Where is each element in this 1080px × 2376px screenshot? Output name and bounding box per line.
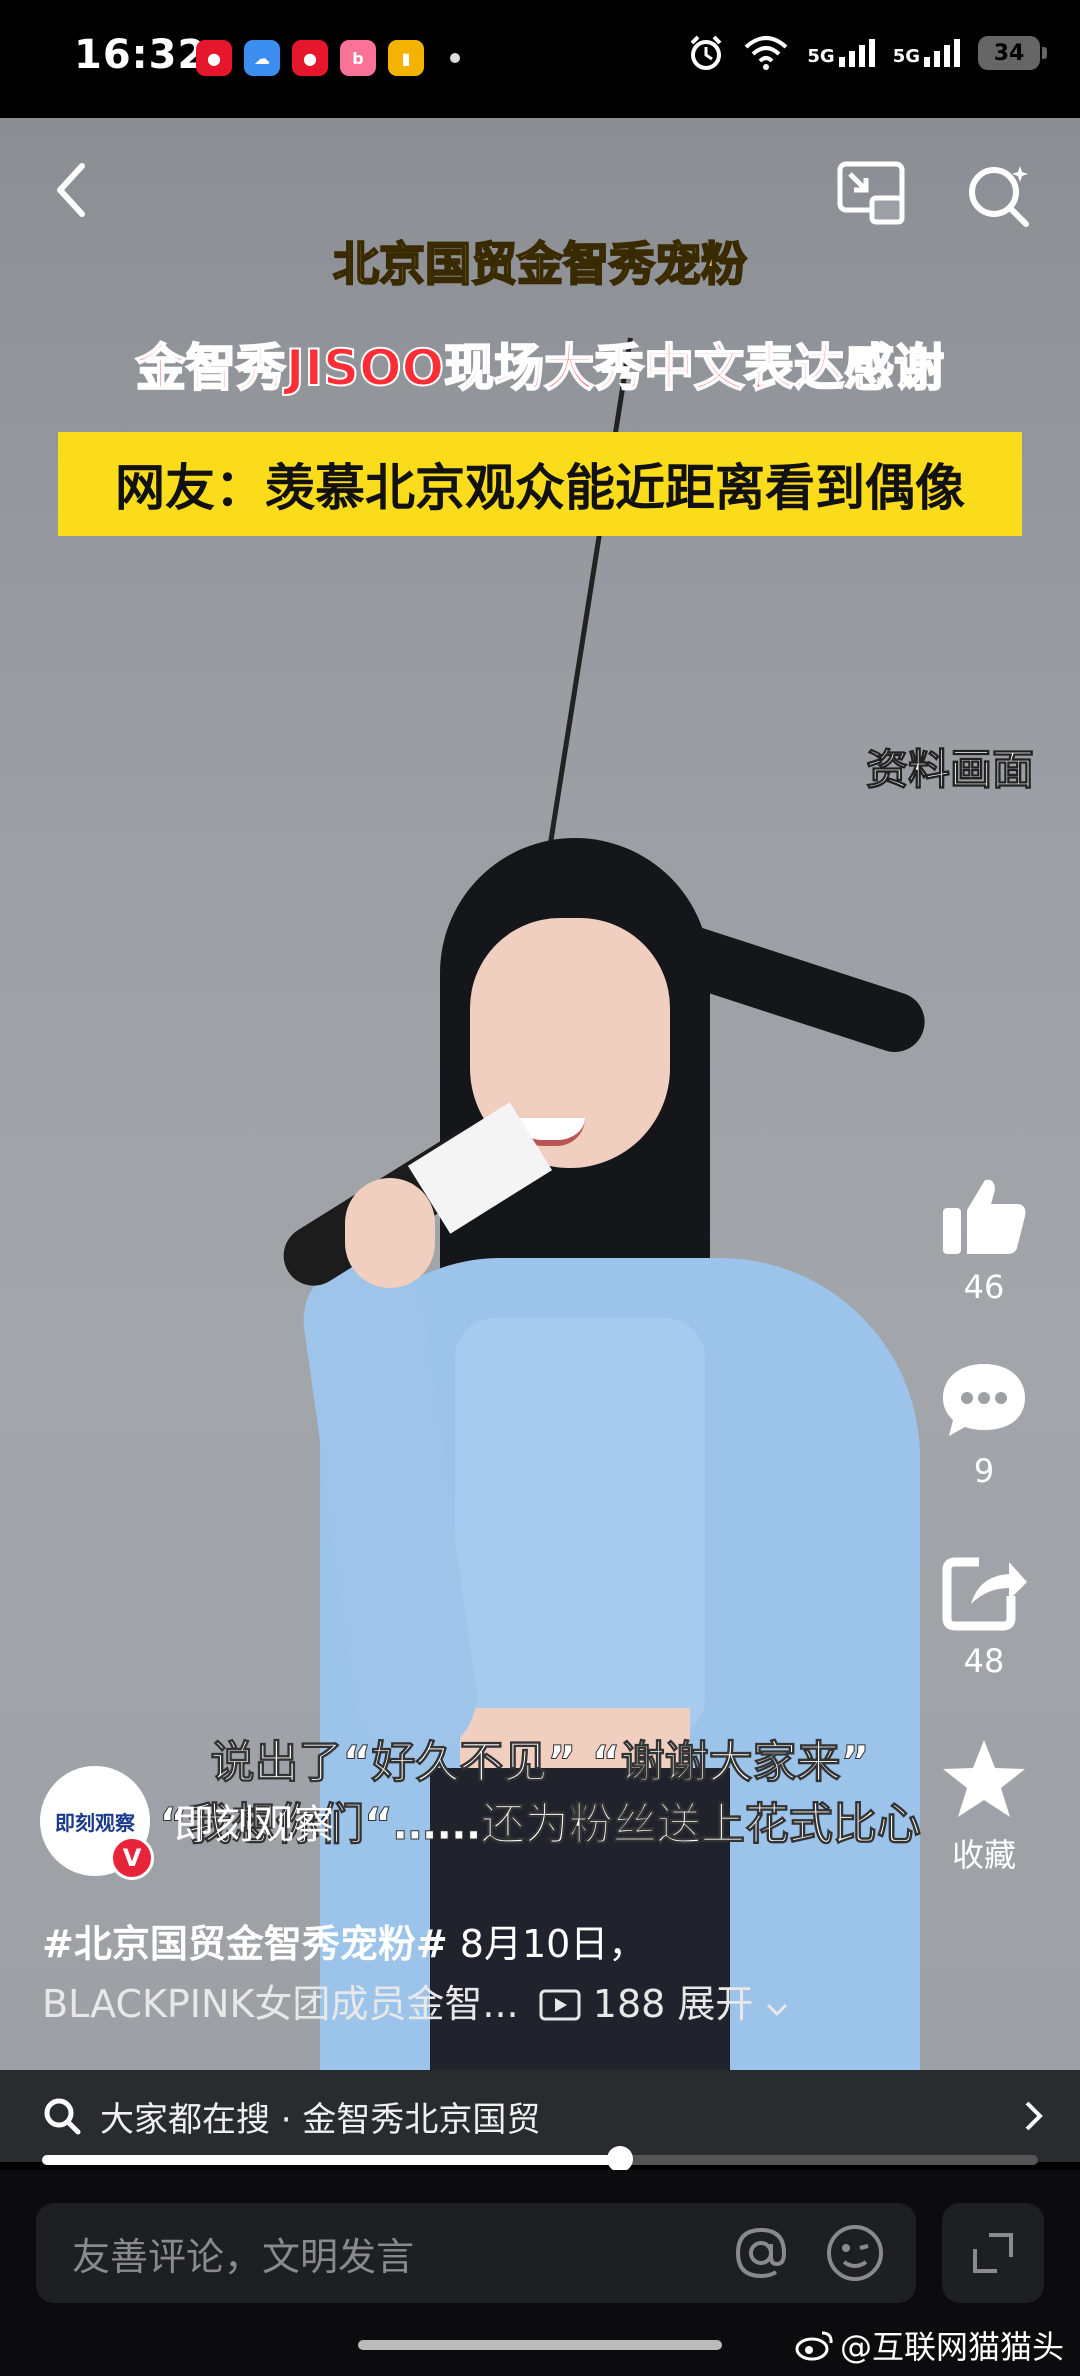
home-indicator[interactable]	[358, 2340, 722, 2350]
comment-bubble-icon	[943, 1364, 1025, 1436]
comment-button[interactable]: 9	[914, 1358, 1054, 1490]
reader-app-icon: ▮	[388, 40, 424, 76]
author-name[interactable]: 即刻观察	[174, 1792, 334, 1850]
favorite-button[interactable]: 收藏	[914, 1736, 1054, 1876]
avatar-text: 即刻观察	[55, 1810, 135, 1835]
description-line-2: BLACKPINK女团成员金智... 188 展开	[42, 1974, 942, 2034]
like-count: 46	[963, 1268, 1005, 1306]
weibo-app-icon: ●	[196, 40, 232, 76]
search-icon[interactable]	[964, 160, 1034, 230]
play-count-icon	[539, 1989, 581, 2021]
hashtag-link[interactable]: #北京国贸金智秀宠粉#	[42, 1922, 448, 1966]
share-icon	[942, 1557, 1027, 1631]
thumbs-up-icon	[943, 1179, 1026, 1254]
emoji-icon[interactable]	[824, 2222, 886, 2284]
weibo-logo-icon	[795, 2331, 833, 2361]
weather-app-icon: ☁	[244, 40, 280, 76]
signal-2-icon: 5G	[893, 39, 960, 67]
comment-placeholder: 友善评论，文明发言	[72, 2234, 415, 2279]
caption-title: 北京国贸金智秀宠粉	[332, 236, 748, 292]
watermark: @互联网猫猫头	[794, 2322, 1064, 2368]
bilibili-app-icon: b	[340, 40, 376, 76]
progress-fill	[42, 2155, 620, 2165]
favorite-label: 收藏	[951, 1836, 1016, 1874]
expand-icon	[973, 2233, 1013, 2273]
star-icon	[943, 1740, 1025, 1817]
back-arrow-icon[interactable]	[44, 160, 104, 220]
video-player[interactable]: 北京国贸金智秀宠粉 金智秀JISOO现场大秀中文表达感谢 网友：羡慕北京观众能近…	[0, 118, 1080, 2156]
signal-1-icon: 5G	[807, 39, 875, 67]
share-button[interactable]: 48	[914, 1548, 1054, 1680]
comment-count: 9	[973, 1452, 995, 1490]
fullscreen-comment-button[interactable]	[942, 2203, 1044, 2303]
bottom-bar: 友善评论，文明发言 @互联网猫猫头	[0, 2170, 1080, 2376]
weibo-app-icon-2: ●	[292, 40, 328, 76]
battery-icon: 34	[978, 36, 1047, 70]
mention-at-icon[interactable]	[732, 2224, 790, 2282]
notification-icons: ● ☁ ● b ▮	[196, 40, 460, 76]
avatar[interactable]: 即刻观察 V	[40, 1766, 154, 1880]
caption-banner: 网友：羡慕北京观众能近距离看到偶像	[58, 432, 1022, 536]
related-search-query: 大家都在搜 · 金智秀北京国贸	[100, 2099, 541, 2140]
search-small-icon	[44, 2098, 81, 2135]
comment-input[interactable]: 友善评论，文明发言	[36, 2203, 916, 2303]
network-type-label-2: 5G	[892, 46, 920, 67]
related-search-bar[interactable]: 大家都在搜 · 金智秀北京国贸	[0, 2070, 1080, 2162]
status-right: 5G 5G 34	[687, 34, 1047, 72]
performer-hand	[345, 1178, 435, 1288]
caption-red: 金智秀JISOO现场大秀中文表达感谢	[135, 338, 945, 398]
video-description[interactable]: #北京国贸金智秀宠粉# 8月10日， BLACKPINK女团成员金智... 18…	[42, 1914, 942, 2034]
expand-link[interactable]: 展开	[677, 1982, 753, 2026]
view-count: 188	[592, 1982, 666, 2026]
progress-scrubber-handle[interactable]	[606, 2146, 633, 2172]
performer-top	[455, 1318, 705, 1738]
alarm-icon	[690, 35, 722, 70]
wifi-icon	[745, 36, 788, 70]
playback-progress-bar[interactable]	[42, 2146, 1038, 2172]
more-notifications-dot-icon	[450, 53, 460, 63]
status-bar: 16:32 ● ☁ ● b ▮ 5G 5G 34	[0, 0, 1080, 118]
chevron-right-icon[interactable]	[1022, 2099, 1046, 2133]
author-info[interactable]: 即刻观察 V 即刻观察	[40, 1766, 334, 1880]
description-line-1: #北京国贸金智秀宠粉# 8月10日，	[42, 1914, 942, 1974]
network-type-label: 5G	[807, 46, 835, 67]
description-text: BLACKPINK女团成员金智...	[42, 1982, 519, 2026]
description-date: 8月10日，	[447, 1922, 647, 1966]
share-count: 48	[963, 1642, 1005, 1680]
verified-badge-icon: V	[110, 1836, 154, 1880]
status-time: 16:32	[74, 32, 207, 78]
archive-footage-label: 资料画面	[865, 745, 1035, 795]
watermark-text: @互联网猫猫头	[839, 2328, 1064, 2366]
like-button[interactable]: 46	[914, 1174, 1054, 1306]
picture-in-picture-icon[interactable]	[836, 160, 906, 226]
chevron-down-icon[interactable]	[766, 2003, 788, 2017]
